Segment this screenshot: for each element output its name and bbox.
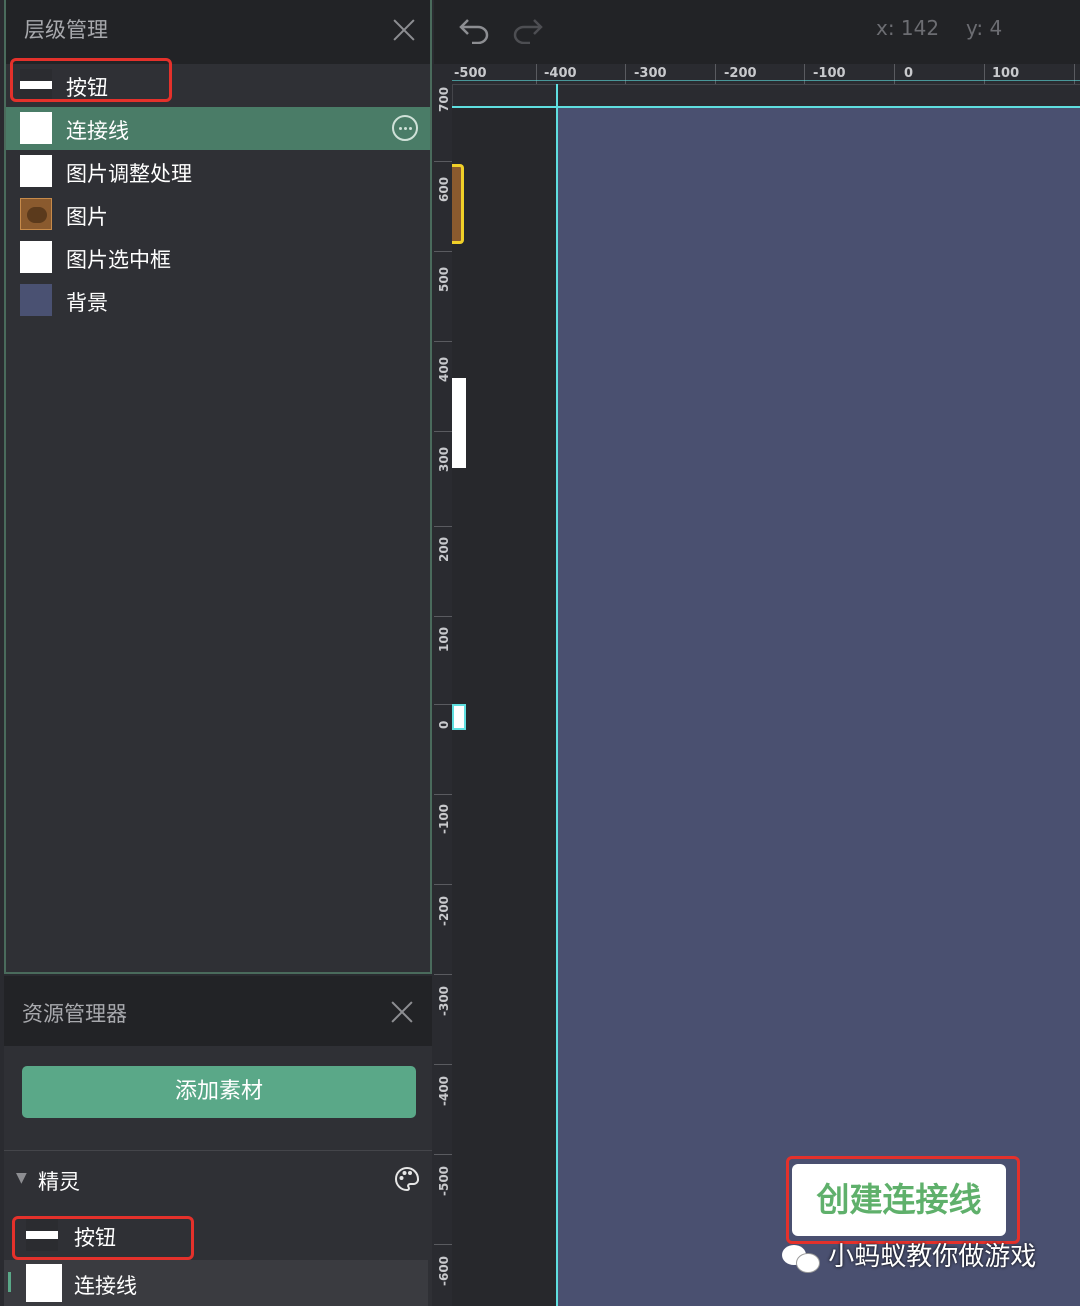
ruler-tick: [1074, 64, 1075, 84]
layer-item-image-adjust[interactable]: 图片调整处理: [6, 150, 430, 193]
canvas-toolbar: x: 142 y: 4: [434, 0, 1080, 64]
ruler-label: -500: [454, 66, 487, 81]
white-thumbnail: [20, 155, 52, 187]
divider: [4, 1150, 432, 1151]
layer-label: 图片选中框: [66, 248, 171, 272]
ruler-label: -300: [634, 66, 667, 81]
background-thumbnail: [20, 284, 52, 316]
watermark: 小蚂蚁教你做游戏: [780, 1236, 1036, 1273]
ruler-tick: [434, 704, 452, 705]
ruler-tick: [434, 1244, 452, 1245]
ruler-tick: [434, 526, 452, 527]
white-thumbnail: [20, 241, 52, 273]
canvas-offstage-area[interactable]: [452, 108, 556, 1306]
layers-panel-header: 层级管理: [6, 0, 430, 64]
ruler-tick: [434, 161, 452, 162]
assets-panel-title: 资源管理器: [22, 1002, 127, 1026]
collapse-triangle-icon[interactable]: ▼: [16, 1170, 27, 1186]
white-thumbnail: [20, 112, 52, 144]
highlight-box: [10, 58, 172, 102]
vertical-ruler: 700 600 500 400 300 200 100 0 -100 -200 …: [434, 84, 453, 1306]
ruler-tick: [625, 64, 626, 84]
ruler-label: -300: [437, 985, 451, 1016]
ruler-tick: [434, 251, 452, 252]
horizontal-ruler: -500 -400 -300 -200 -100 0 100: [434, 64, 1080, 85]
layer-label: 连接线: [66, 119, 129, 143]
assets-panel-header: 资源管理器: [4, 976, 432, 1046]
asset-item-connector-line[interactable]: 连接线: [4, 1260, 428, 1306]
wechat-icon: [780, 1243, 820, 1273]
ruler-label: 600: [437, 176, 451, 202]
layer-item-image[interactable]: 图片: [6, 193, 430, 236]
ruler-label: -200: [724, 66, 757, 81]
ruler-label: -500: [437, 1165, 451, 1196]
ruler-label: 0: [904, 66, 914, 81]
redo-icon[interactable]: [512, 14, 544, 44]
ruler-label: 700: [437, 86, 451, 112]
ruler-label: -200: [437, 895, 451, 926]
add-asset-button[interactable]: 添加素材: [22, 1066, 416, 1118]
ruler-tick: [434, 974, 452, 975]
guide-line-top: [452, 80, 1080, 81]
ruler-tick: [434, 431, 452, 432]
ruler-tick: [434, 1064, 452, 1065]
ruler-tick: [804, 64, 805, 84]
watermark-text: 小蚂蚁教你做游戏: [828, 1242, 1037, 1272]
ruler-label: -600: [437, 1255, 451, 1286]
selected-image-marker[interactable]: [452, 164, 464, 244]
layers-panel: 层级管理 按钮 连接线 图片调整处理 图片 图片选中框 背景: [4, 0, 432, 974]
palette-icon[interactable]: [394, 1166, 420, 1192]
ruler-tick: [434, 794, 452, 795]
ruler-label: 400: [437, 356, 451, 382]
highlight-box: [786, 1156, 1020, 1244]
group-label: 精灵: [38, 1170, 80, 1194]
ruler-tick: [434, 884, 452, 885]
ruler-tick: [434, 616, 452, 617]
layer-item-background[interactable]: 背景: [6, 279, 430, 322]
guide-line-vertical[interactable]: [556, 84, 558, 1306]
layer-label: 背景: [66, 291, 108, 315]
ruler-label: 100: [992, 66, 1020, 81]
ruler-label: -400: [544, 66, 577, 81]
cursor-x-readout: x: 142: [876, 16, 940, 40]
more-options-icon[interactable]: [392, 115, 418, 141]
ruler-tick: [536, 64, 537, 84]
layer-label: 图片: [66, 205, 108, 229]
close-icon[interactable]: [392, 18, 416, 42]
ruler-label: 300: [437, 446, 451, 472]
ruler-tick: [715, 64, 716, 84]
ruler-label: -100: [813, 66, 846, 81]
ruler-tick: [434, 1154, 452, 1155]
ruler-tick: [434, 341, 452, 342]
canvas-stage[interactable]: [556, 108, 1080, 1306]
button-marker[interactable]: [452, 704, 466, 730]
cursor-y-readout: y: 4: [966, 16, 1003, 40]
connector-line-marker[interactable]: [452, 378, 466, 468]
ruler-label: -100: [437, 803, 451, 834]
layers-panel-title: 层级管理: [24, 18, 108, 42]
highlight-box: [12, 1216, 194, 1260]
ruler-tick: [894, 64, 895, 84]
bear-thumbnail: [20, 198, 52, 230]
layer-item-image-selection-frame[interactable]: 图片选中框: [6, 236, 430, 279]
ruler-label: 200: [437, 536, 451, 562]
close-icon[interactable]: [390, 1000, 414, 1024]
ruler-label: 500: [437, 266, 451, 292]
ruler-label: -400: [437, 1075, 451, 1106]
ruler-label: 100: [437, 626, 451, 652]
ruler-label: 0: [437, 720, 451, 729]
guide-line-horizontal[interactable]: [452, 106, 1080, 108]
drag-handle[interactable]: [8, 1272, 11, 1292]
asset-label: 连接线: [74, 1274, 137, 1298]
sprite-group-header[interactable]: ▼ 精灵: [4, 1160, 432, 1200]
undo-icon[interactable]: [458, 14, 490, 44]
layer-label: 图片调整处理: [66, 162, 192, 186]
assets-panel: 资源管理器 添加素材 ▼ 精灵 按钮 连接线: [4, 976, 432, 1306]
white-thumbnail: [26, 1264, 62, 1302]
layer-item-connector-line[interactable]: 连接线: [6, 107, 430, 150]
ruler-tick: [984, 64, 985, 84]
